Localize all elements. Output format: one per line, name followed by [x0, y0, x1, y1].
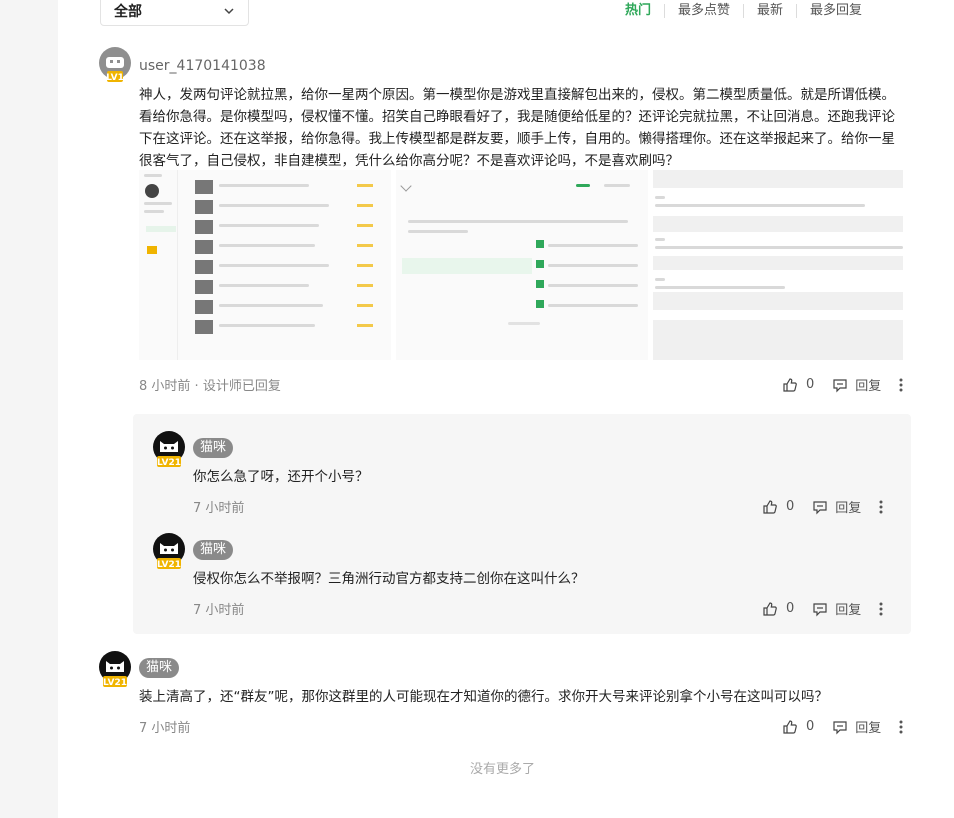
comment-meta: 8 小时前 · 设计师已回复 [139, 375, 281, 394]
like-count: 0 [806, 719, 815, 734]
comment-time: 7 小时前 [139, 721, 191, 736]
thumb-up-icon [783, 719, 797, 734]
reply-label: 回复 [855, 379, 882, 394]
level-badge: LV21 [157, 560, 181, 570]
reply-text: 你怎么急了呀，还开个小号？ [193, 469, 369, 485]
robot-avatar-icon: LV1 [99, 47, 131, 83]
comment-text: 神人，发两句评论就拉黑，给你一星两个原因。第一模型你是游戏里直接解包出来的，侵权… [139, 87, 895, 169]
comment-actions: 0 回复 [782, 375, 903, 394]
like-button[interactable]: 0 [782, 719, 814, 735]
more-options-icon[interactable] [899, 377, 903, 393]
reply-username[interactable]: 猫咪 [193, 438, 234, 458]
reply-button[interactable]: 回复 [812, 497, 861, 516]
avatar[interactable]: LV21 [98, 650, 132, 692]
comment-bubble-icon [833, 720, 847, 734]
filter-selected-label: 全部 [114, 4, 142, 20]
like-button[interactable]: 0 [762, 499, 794, 515]
reply-time: 7 小时前 [193, 501, 245, 516]
reply-button[interactable]: 回复 [832, 375, 881, 394]
like-button[interactable]: 0 [782, 377, 814, 393]
thumb-up-icon [783, 377, 797, 392]
avatar[interactable]: LV21 [152, 430, 186, 472]
comment-bubble-icon [813, 500, 827, 514]
reply-actions: 0 回复 [762, 599, 883, 618]
reply-label: 回复 [835, 603, 862, 618]
level-badge: LV1 [106, 73, 124, 83]
tab-most-replies[interactable]: 最多回复 [797, 3, 875, 19]
sort-tabs: 热门 最多点赞 最新 最多回复 [612, 2, 875, 20]
thumb-up-icon [763, 499, 777, 514]
reply-label: 回复 [855, 721, 882, 736]
avatar[interactable]: LV21 [152, 532, 186, 574]
comment-username[interactable]: user_4170141038 [139, 58, 266, 74]
comment-image[interactable] [653, 170, 904, 360]
like-button[interactable]: 0 [762, 601, 794, 617]
cat-avatar-icon: LV21 [99, 651, 131, 688]
more-options-icon[interactable] [879, 601, 883, 617]
tab-most-likes[interactable]: 最多点赞 [665, 3, 743, 19]
like-count: 0 [786, 601, 795, 616]
more-options-icon[interactable] [879, 499, 883, 515]
cat-avatar-icon: LV21 [153, 533, 185, 570]
no-more-text: 没有更多了 [470, 762, 536, 777]
cat-avatar-icon: LV21 [153, 431, 185, 468]
like-count: 0 [806, 377, 815, 392]
tab-newest[interactable]: 最新 [744, 3, 796, 19]
avatar[interactable]: LV1 [98, 46, 132, 88]
comment-image[interactable] [396, 170, 648, 360]
like-count: 0 [786, 499, 795, 514]
level-badge: LV21 [157, 458, 181, 468]
comment-time: 8 小时前 [139, 379, 191, 394]
comment-text: 装上清高了，还“群友”呢，那你这群里的人可能现在才知道你的德行。求你开大号来评论… [139, 689, 828, 705]
comment-actions: 0 回复 [782, 717, 903, 736]
designer-replied-status: 设计师已回复 [202, 379, 281, 394]
reply-button[interactable]: 回复 [812, 599, 861, 618]
filter-select[interactable]: 全部 [100, 0, 249, 26]
reply-label: 回复 [835, 501, 862, 516]
chevron-down-icon [224, 8, 234, 15]
reply-actions: 0 回复 [762, 497, 883, 516]
level-badge: LV21 [103, 678, 127, 688]
comment-image[interactable] [139, 170, 391, 360]
reply-time: 7 小时前 [193, 603, 245, 618]
meta-separator: · [194, 379, 203, 394]
reply-button[interactable]: 回复 [832, 717, 881, 736]
comment-bubble-icon [833, 378, 847, 392]
thumb-up-icon [763, 601, 777, 616]
tab-hot[interactable]: 热门 [612, 3, 664, 19]
more-options-icon[interactable] [899, 719, 903, 735]
comment-bubble-icon [813, 602, 827, 616]
comment-username[interactable]: 猫咪 [139, 658, 180, 678]
reply-text: 侵权你怎么不举报啊？三角洲行动官方都支持二创你在这叫什么？ [193, 571, 585, 587]
reply-username[interactable]: 猫咪 [193, 540, 234, 560]
